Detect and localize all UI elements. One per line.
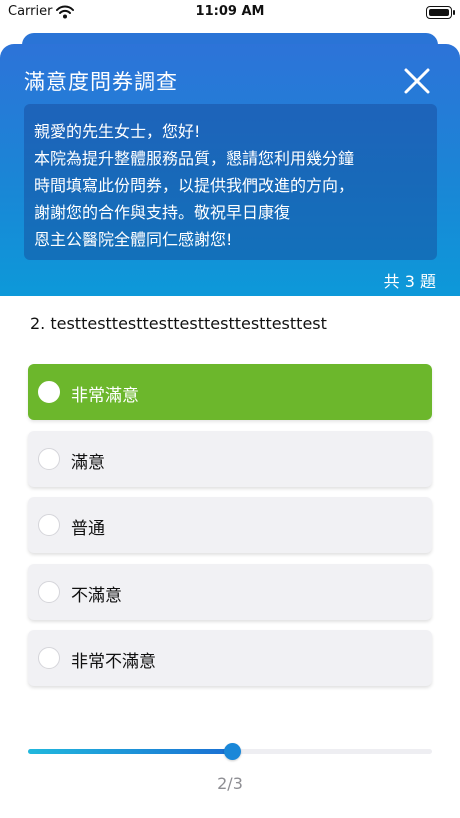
close-icon — [404, 68, 430, 94]
answer-options: 非常滿意 滿意 普通 不滿意 非常不滿意 — [28, 364, 432, 697]
progress-thumb[interactable] — [224, 743, 242, 760]
progress-fill — [28, 749, 233, 754]
radio-button[interactable] — [38, 381, 60, 403]
radio-button[interactable] — [38, 647, 60, 669]
answer-option[interactable]: 非常滿意 — [28, 364, 432, 420]
radio-button[interactable] — [38, 514, 60, 536]
question-text: 2. testtesttesttesttesttesttesttesttest — [30, 314, 327, 333]
close-button[interactable] — [398, 62, 436, 100]
answer-option-label: 不滿意 — [71, 585, 122, 606]
answer-option[interactable]: 不滿意 — [28, 563, 432, 620]
battery-icon — [426, 6, 455, 19]
page-indicator: 2/3 — [217, 774, 243, 793]
answer-option[interactable]: 滿意 — [28, 430, 432, 487]
answer-option-label: 非常不滿意 — [71, 652, 156, 672]
survey-header: 滿意度問券調查 親愛的先生女士，您好! 本院為提升整體服務品質，懇請您利用幾分鐘… — [0, 44, 460, 296]
progress-track[interactable] — [28, 743, 432, 760]
answer-option[interactable]: 非常不滿意 — [28, 630, 432, 686]
answer-option[interactable]: 普通 — [28, 497, 432, 553]
answer-option-label: 普通 — [71, 519, 105, 539]
question-count: 共 3 題 — [383, 272, 436, 291]
page-title: 滿意度問券調查 — [24, 70, 178, 94]
answer-option-label: 滿意 — [71, 452, 105, 473]
intro-message: 親愛的先生女士，您好! 本院為提升整體服務品質，懇請您利用幾分鐘 時間填寫此份問… — [34, 122, 355, 249]
intro-message-box: 親愛的先生女士，您好! 本院為提升整體服務品質，懇請您利用幾分鐘 時間填寫此份問… — [24, 104, 437, 260]
status-time: 11:09 AM — [195, 4, 265, 19]
radio-button[interactable] — [38, 580, 60, 603]
radio-button[interactable] — [38, 447, 60, 470]
status-bar: Carrier 11:09 AM — [0, 0, 460, 26]
answer-option-label: 非常滿意 — [71, 386, 139, 406]
